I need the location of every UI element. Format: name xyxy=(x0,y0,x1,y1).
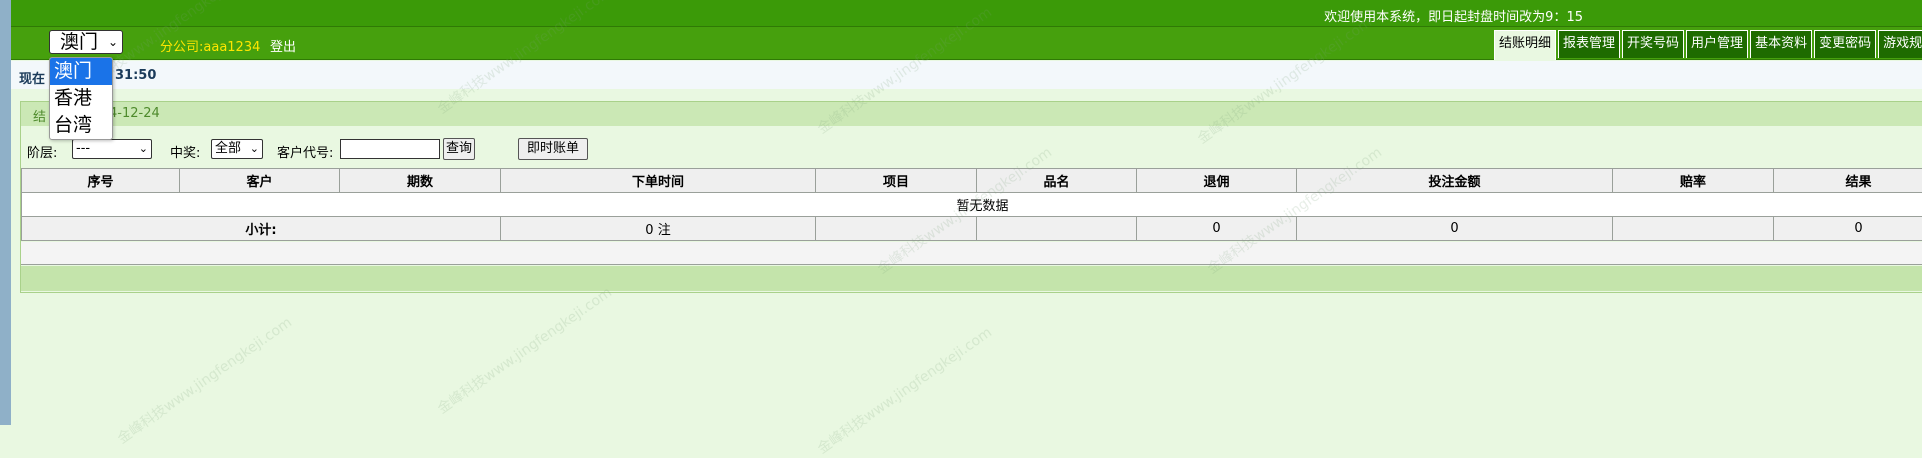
query-button[interactable]: 查询 xyxy=(443,138,475,160)
logout-link[interactable]: 登出 xyxy=(270,36,296,55)
win-label: 中奖: xyxy=(170,142,200,161)
level-select[interactable]: --- ⌄ xyxy=(72,139,152,159)
level-select-value: --- xyxy=(76,141,90,156)
panel-date: 4-12-24 xyxy=(109,106,160,121)
column-header: 序号 xyxy=(22,169,180,193)
customer-code-input[interactable] xyxy=(340,139,440,159)
left-edge-strip xyxy=(0,0,11,425)
main-tabs: 结账明细 报表管理 开奖号码 用户管理 基本资料 变更密码 游戏规则 xyxy=(1494,30,1922,59)
tab-change-password[interactable]: 变更密码 xyxy=(1814,30,1876,58)
region-option-macau[interactable]: 澳门 xyxy=(50,58,112,85)
instant-bill-button[interactable]: 即时账单 xyxy=(518,138,588,160)
panel-title-bar: 结 4-12-24 xyxy=(21,102,1922,126)
tab-draw-numbers[interactable]: 开奖号码 xyxy=(1622,30,1684,58)
subtotal-label: 小计: xyxy=(22,217,501,241)
company-label: 分公司:aaa1234 xyxy=(160,36,260,55)
filter-bar: 阶层: --- ⌄ 中奖: 全部 ⌄ 客户代号: 查询 即时账单 xyxy=(27,137,1907,161)
region-select[interactable]: 澳门 ⌄ xyxy=(49,30,123,54)
panel-title: 结 xyxy=(33,106,46,125)
column-header: 下单时间 xyxy=(501,169,816,193)
panel-footer-bar xyxy=(21,266,1922,291)
tab-settlement-detail[interactable]: 结账明细 xyxy=(1494,30,1556,60)
column-header: 期数 xyxy=(340,169,501,193)
customer-code-label: 客户代号: xyxy=(277,142,333,161)
column-header: 客户 xyxy=(180,169,340,193)
watermark: 金峰科技www.jingfengkeji.com xyxy=(813,322,995,458)
subtotal-result: 0 xyxy=(1774,217,1922,241)
current-time-row: 现在 31:50 xyxy=(11,61,1922,89)
subtotal-row: 小计: 0 注 0 0 0 xyxy=(22,217,1922,241)
tab-user-management[interactable]: 用户管理 xyxy=(1686,30,1748,58)
region-option-hongkong[interactable]: 香港 xyxy=(50,85,112,112)
region-dropdown-list: 澳门 香港 台湾 xyxy=(49,57,113,140)
watermark: 金峰科技www.jingfengkeji.com xyxy=(433,282,615,418)
chevron-down-icon: ⌄ xyxy=(139,140,148,158)
column-header: 赔率 xyxy=(1613,169,1774,193)
subtotal-amount: 0 xyxy=(1297,217,1613,241)
win-select-value: 全部 xyxy=(215,141,241,156)
tab-report-management[interactable]: 报表管理 xyxy=(1558,30,1620,58)
column-header: 退佣 xyxy=(1137,169,1297,193)
tab-basic-info[interactable]: 基本资料 xyxy=(1750,30,1812,58)
watermark: 金峰科技www.jingfengkeji.com xyxy=(113,312,295,448)
column-header: 结果 xyxy=(1774,169,1922,193)
region-select-value: 澳门 xyxy=(60,31,98,53)
subtotal-name xyxy=(977,217,1137,241)
tab-game-rules[interactable]: 游戏规则 xyxy=(1878,30,1922,58)
win-select[interactable]: 全部 ⌄ xyxy=(211,139,263,159)
region-option-taiwan[interactable]: 台湾 xyxy=(50,112,112,139)
level-label: 阶层: xyxy=(27,142,57,161)
subtotal-count: 0 注 xyxy=(501,217,816,241)
chevron-down-icon: ⌄ xyxy=(250,140,259,158)
table-header-row: 序号 客户 期数 下单时间 项目 品名 退佣 投注金额 赔率 结果 xyxy=(22,169,1922,193)
pager-bar: ⌄ xyxy=(21,242,1922,265)
subtotal-odds xyxy=(1613,217,1774,241)
time-prefix: 现在 xyxy=(19,68,45,87)
column-header: 项目 xyxy=(816,169,977,193)
